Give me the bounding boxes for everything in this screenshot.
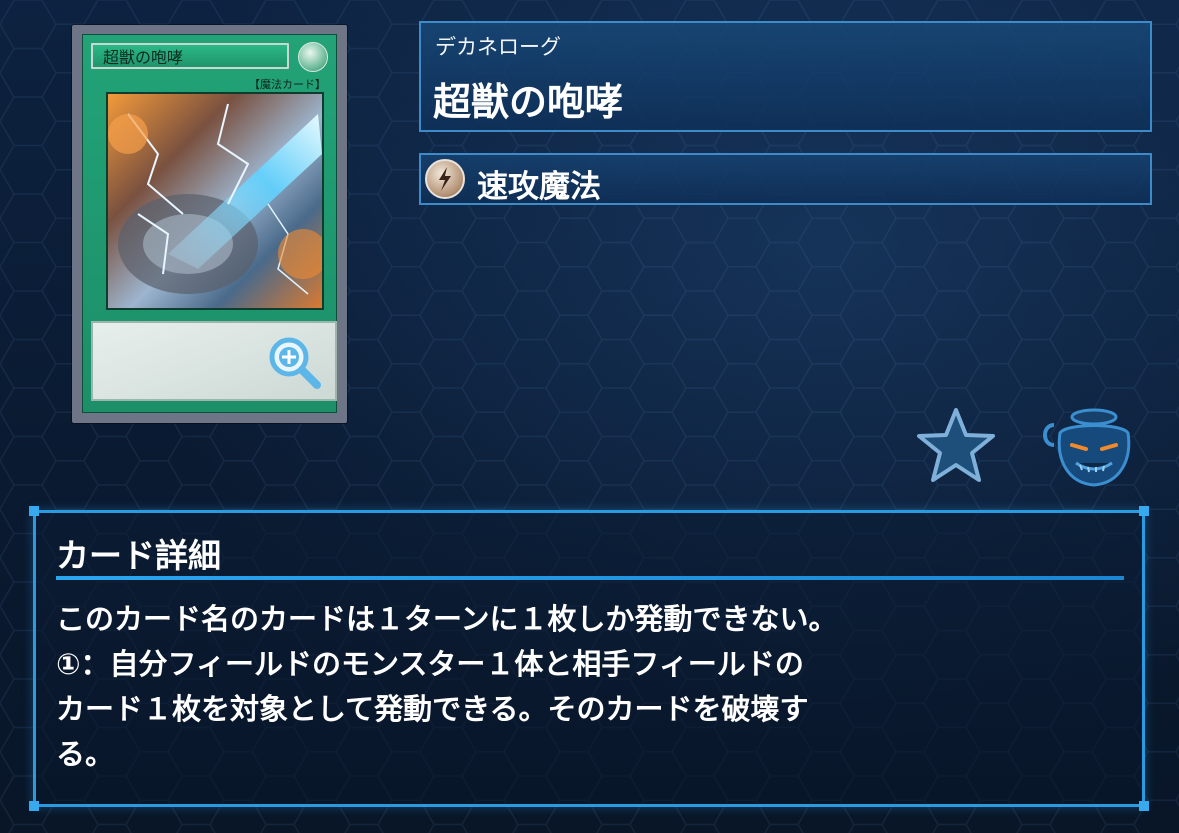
card-image[interactable]: 超獣の咆哮 【魔法カード】 <box>72 25 347 423</box>
description-line: る。 <box>56 737 115 771</box>
card-detail-panel: カード詳細 このカード名のカードは１ターンに１枚しか発動できない。 ①：自分フィ… <box>29 506 1149 811</box>
magnifier-plus-icon[interactable] <box>267 335 323 391</box>
pot-of-greed-icon[interactable] <box>1038 405 1138 489</box>
panel-corner <box>29 801 39 811</box>
quick-play-spell-icon <box>425 159 465 199</box>
card-type-label: 速攻魔法 <box>477 169 601 205</box>
star-icon[interactable] <box>915 406 997 484</box>
panel-corner <box>29 506 39 516</box>
description-line: カード１枚を対象として発動できる。そのカードを破壊す <box>56 692 809 726</box>
card-type-panel: 速攻魔法 <box>419 153 1152 205</box>
card-artwork <box>106 92 324 310</box>
card-image-type-line: 【魔法カード】 <box>249 78 326 91</box>
card-name-ruby: デカネローグ <box>435 35 561 59</box>
spell-attribute-icon <box>298 42 328 72</box>
description-line: このカード名のカードは１ターンに１枚しか発動できない。 <box>56 602 838 636</box>
panel-corner <box>1139 801 1149 811</box>
detail-divider <box>56 576 1124 580</box>
detail-title: カード詳細 <box>56 536 221 575</box>
panel-corner <box>1139 506 1149 516</box>
card-description: このカード名のカードは１ターンに１枚しか発動できない。 ①：自分フィールドのモン… <box>56 597 1126 777</box>
card-image-text-area <box>91 321 337 401</box>
card-name-panel: デカネローグ 超獣の咆哮 <box>419 21 1152 132</box>
card-name: 超獣の咆哮 <box>433 80 624 124</box>
lightning-art <box>108 103 322 295</box>
description-line: ①：自分フィールドのモンスター１体と相手フィールドの <box>56 647 804 681</box>
card-frame: 超獣の咆哮 【魔法カード】 <box>82 34 337 413</box>
card-image-title: 超獣の咆哮 <box>91 43 289 69</box>
